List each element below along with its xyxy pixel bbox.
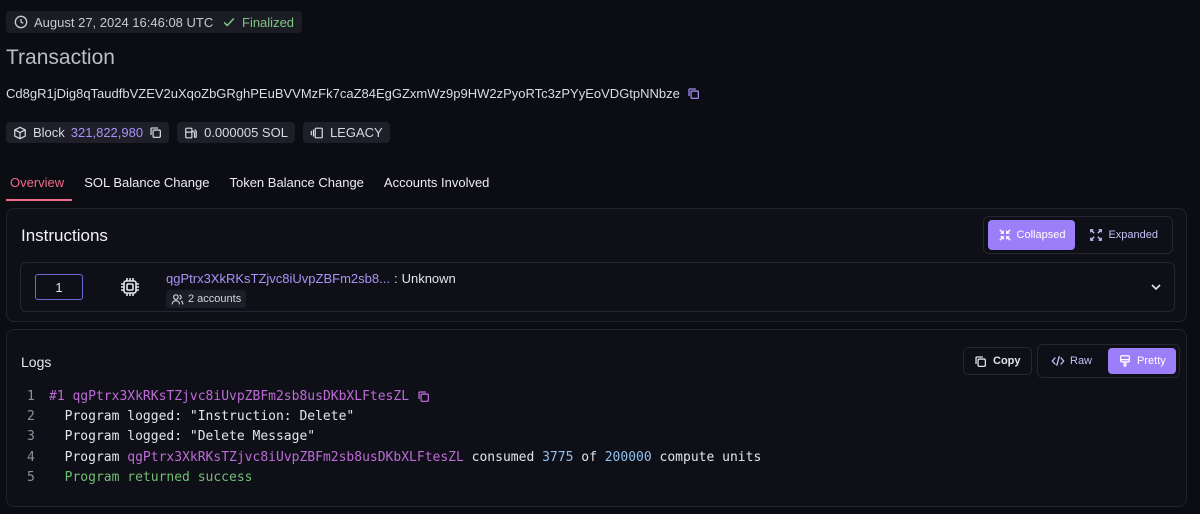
cube-icon (14, 126, 26, 139)
status-badge: Finalized (214, 11, 303, 33)
code-icon (1051, 356, 1065, 366)
copy-logs-button[interactable]: Copy (963, 347, 1032, 375)
log-text: consumed (463, 449, 543, 465)
tab-accounts-involved[interactable]: Accounts Involved (374, 168, 500, 201)
timestamp-badge: August 27, 2024 16:46:08 UTC (6, 11, 222, 33)
version-badge: LEGACY (302, 122, 390, 143)
logs-title: Logs (21, 354, 52, 370)
timestamp-text: August 27, 2024 16:46:08 UTC (34, 14, 214, 30)
collapsed-button[interactable]: Collapsed (987, 220, 1076, 250)
collapse-arrows-icon (998, 229, 1011, 241)
fuel-pump-icon (185, 127, 197, 138)
log-text: of (573, 449, 605, 465)
copy-program-icon[interactable] (417, 390, 430, 403)
view-toggle: Collapsed Expanded (982, 216, 1173, 254)
line-number: 2 (27, 408, 35, 424)
signature-row: Cd8gR1jDig8qTaudfbVZEV2uXqoZbGRghPEuBVVM… (6, 86, 700, 101)
fee-badge: 0.000005 SOL (177, 122, 295, 143)
pretty-button[interactable]: Pretty (1108, 348, 1176, 374)
instruction-index: 1 (35, 274, 83, 300)
line-number: 1 (27, 388, 35, 404)
program-address-link[interactable]: qgPtrx3XkRKsTZjvc8iUvpZBFm2sb8... (166, 271, 390, 286)
meta-row: Block 321,822,980 0.000005 SOL LEGACY (6, 122, 390, 143)
copy-logs-label: Copy (993, 355, 1021, 367)
signature-text: Cd8gR1jDig8qTaudfbVZEV2uXqoZbGRghPEuBVVM… (6, 86, 680, 101)
line-number: 5 (27, 469, 35, 485)
cpu-chip-icon (119, 276, 141, 301)
format-toggle: Raw Pretty (1037, 344, 1180, 378)
unit-limit: 200000 (604, 449, 652, 465)
log-program-address[interactable]: qgPtrx3XkRKsTZjvc8iUvpZBFm2sb8usDKbXLFte… (72, 389, 409, 404)
users-icon (171, 293, 184, 304)
pretty-label: Pretty (1137, 355, 1166, 367)
instruction-row[interactable]: 1 qgPtrx3XkRKsTZjvc8iUvpZBFm2sb8... : Un… (20, 262, 1175, 312)
tab-token-balance-change[interactable]: Token Balance Change (219, 168, 373, 201)
instructions-card: Instructions Collapsed Expanded 1 qgPtrx… (6, 208, 1187, 322)
copy-signature-icon[interactable] (687, 87, 700, 100)
log-output: 1 #1 qgPtrx3XkRKsTZjvc8iUvpZBFm2sb8usDKb… (7, 386, 761, 487)
instruction-program-line: qgPtrx3XkRKsTZjvc8iUvpZBFm2sb8... : Unkn… (166, 271, 456, 286)
fee-text: 0.000005 SOL (204, 125, 288, 140)
consumed-units: 3775 (542, 449, 574, 465)
log-text: compute units (651, 449, 762, 465)
collapsed-label: Collapsed (1016, 229, 1066, 241)
chevron-down-icon[interactable] (1150, 281, 1162, 296)
block-label: Block (33, 125, 65, 140)
log-line: 1 #1 qgPtrx3XkRKsTZjvc8iUvpZBFm2sb8usDKb… (7, 386, 761, 406)
log-line: 2 Program logged: "Instruction: Delete" (7, 406, 761, 426)
logs-card: Logs Copy Raw Pretty 1 #1 qgPtrx3XkRKsTZ… (6, 329, 1187, 507)
expanded-button[interactable]: Expanded (1079, 220, 1168, 250)
brush-icon (1119, 355, 1131, 367)
copy-icon (975, 355, 987, 367)
tab-overview[interactable]: Overview (0, 168, 74, 201)
accounts-badge: 2 accounts (166, 290, 247, 308)
log-text: Program logged: "Delete Message" (49, 429, 316, 445)
log-prefix: #1 (49, 388, 73, 404)
tab-bar: Overview SOL Balance Change Token Balanc… (0, 168, 499, 201)
versions-icon (310, 127, 323, 138)
raw-label: Raw (1070, 355, 1093, 367)
block-badge: Block 321,822,980 (6, 122, 170, 143)
expand-arrows-icon (1090, 229, 1103, 241)
expanded-label: Expanded (1108, 229, 1158, 241)
log-line: 5 Program returned success (7, 467, 761, 487)
instructions-title: Instructions (21, 226, 108, 245)
log-line: 3 Program logged: "Delete Message" (7, 427, 761, 447)
version-text: LEGACY (329, 125, 383, 140)
clock-icon (14, 15, 28, 29)
program-separator: : (393, 271, 398, 286)
log-text: Program (49, 449, 128, 465)
raw-button[interactable]: Raw (1041, 348, 1102, 374)
line-number: 4 (27, 449, 35, 465)
page-title: Transaction (6, 46, 115, 69)
status-text: Finalized (242, 14, 295, 30)
copy-block-icon[interactable] (149, 126, 162, 139)
log-success: Program returned success (49, 469, 253, 485)
log-line: 4 Program qgPtrx3XkRKsTZjvc8iUvpZBFm2sb8… (7, 447, 761, 467)
instruction-type: Unknown (401, 271, 456, 286)
log-program-address[interactable]: qgPtrx3XkRKsTZjvc8iUvpZBFm2sb8usDKbXLFte… (127, 450, 464, 465)
check-icon (223, 17, 235, 27)
tab-sol-balance-change[interactable]: SOL Balance Change (74, 168, 219, 201)
accounts-count: 2 accounts (188, 293, 242, 305)
block-number-link[interactable]: 321,822,980 (71, 125, 143, 140)
line-number: 3 (27, 429, 35, 445)
log-text: Program logged: "Instruction: Delete" (49, 408, 355, 424)
